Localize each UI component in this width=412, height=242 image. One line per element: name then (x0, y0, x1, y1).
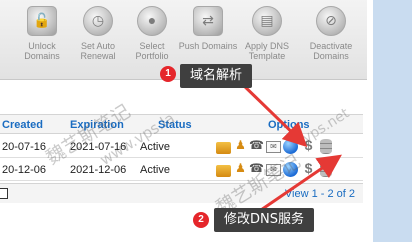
arrow-to-database (257, 154, 342, 214)
callout-modify-dns: 修改DNS服务 (214, 208, 314, 232)
step-badge-2: 2 (193, 212, 209, 228)
step-badge-1: 1 (160, 66, 176, 82)
callout-dns-resolve: 域名解析 (180, 64, 253, 88)
annotation-arrows (236, 78, 342, 214)
arrow-to-globe (236, 78, 308, 148)
